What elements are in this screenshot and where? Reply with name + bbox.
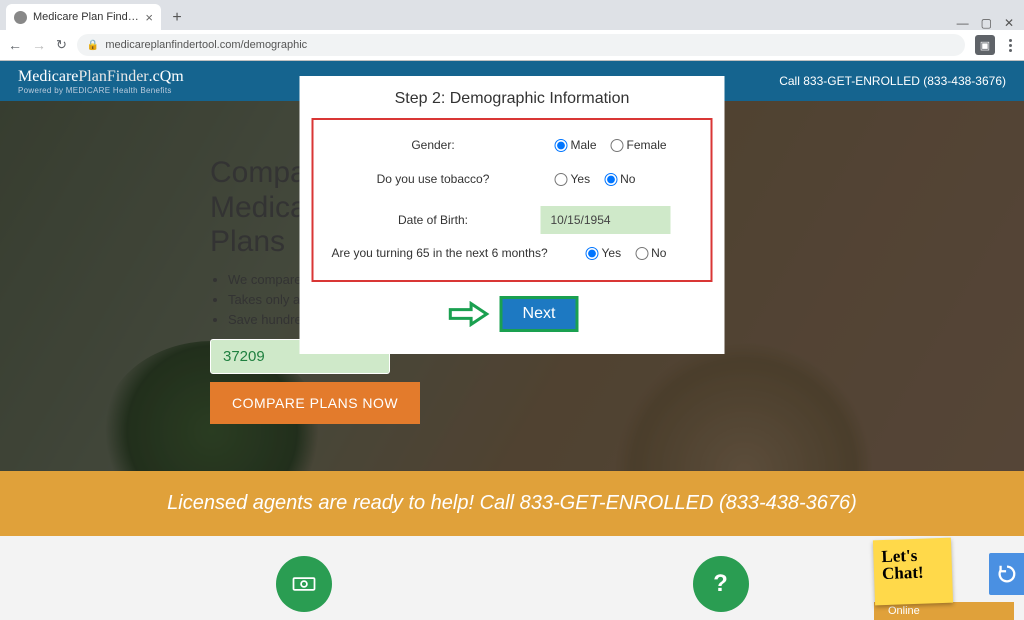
radio-input[interactable] (635, 247, 648, 260)
dob-field-wrap (541, 206, 699, 234)
form-box: Gender: Male Female Do you use tobacco? … (312, 118, 713, 282)
profile-icon[interactable]: ▣ (975, 35, 995, 55)
minimize-icon[interactable]: — (957, 16, 969, 30)
compare-plans-button[interactable]: COMPARE PLANS NOW (210, 382, 420, 424)
radio-female[interactable]: Female (611, 138, 667, 152)
url-text: medicareplanfindertool.com/demographic (105, 39, 307, 51)
next-button[interactable]: Next (500, 296, 579, 332)
dob-input[interactable] (541, 206, 671, 234)
browser-tab[interactable]: Medicare Plan Finder | Medicar × (6, 4, 161, 30)
demographic-modal: Step 2: Demographic Information Gender: … (300, 76, 725, 354)
radio-input[interactable] (604, 173, 617, 186)
address-bar[interactable]: 🔒 medicareplanfindertool.com/demographic (77, 34, 965, 56)
radio-male[interactable]: Male (555, 138, 597, 152)
info-section: Save Hundreds in Medicare Costs. If you … (0, 536, 1024, 620)
new-tab-button[interactable]: + (165, 6, 189, 30)
dob-row: Date of Birth: (320, 196, 705, 244)
browser-menu-icon[interactable] (1005, 39, 1016, 52)
question-icon: ? (693, 556, 749, 612)
radio-input[interactable] (555, 139, 568, 152)
radio-input[interactable] (611, 139, 624, 152)
brand-main: Medicare (18, 68, 78, 85)
maximize-icon[interactable]: ▢ (981, 16, 992, 30)
dollar-icon (276, 556, 332, 612)
tab-bar: Medicare Plan Finder | Medicar × + — ▢ ✕ (0, 0, 1024, 30)
address-bar-row: ← → ↻ 🔒 medicareplanfindertool.com/demog… (0, 30, 1024, 60)
dob-label: Date of Birth: (326, 213, 541, 227)
page: MedicarePlanFinder.cQm Powered by MEDICA… (0, 61, 1024, 620)
info-col-supplement: ? What are Medicare Supplement Plans? Me… (537, 556, 904, 620)
back-icon[interactable]: ← (8, 37, 22, 53)
radio-65-yes[interactable]: Yes (586, 246, 622, 260)
brand: MedicarePlanFinder.cQm Powered by MEDICA… (18, 68, 184, 95)
reload-icon[interactable]: ↻ (56, 37, 67, 53)
gender-label: Gender: (326, 138, 541, 152)
radio-input[interactable] (586, 247, 599, 260)
turning65-label: Are you turning 65 in the next 6 months? (326, 246, 586, 260)
tab-favicon-icon (14, 11, 27, 24)
tobacco-label: Do you use tobacco? (326, 172, 541, 186)
radio-input[interactable] (555, 173, 568, 186)
next-row: Next (300, 296, 725, 332)
brand-end: .cQm (149, 68, 184, 85)
browser-chrome: Medicare Plan Finder | Medicar × + — ▢ ✕… (0, 0, 1024, 61)
brand-subtitle: Powered by MEDICARE Health Benefits (18, 86, 184, 95)
tab-title: Medicare Plan Finder | Medicar (33, 11, 139, 23)
forward-icon[interactable]: → (32, 37, 46, 53)
agents-band: Licensed agents are ready to help! Call … (0, 471, 1024, 536)
tobacco-row: Do you use tobacco? Yes No (320, 162, 705, 196)
turning65-row: Are you turning 65 in the next 6 months?… (320, 244, 705, 270)
brand-mid: PlanFinder (78, 68, 148, 85)
header-phone[interactable]: Call 833-GET-ENROLLED (833-438-3676) (779, 74, 1006, 88)
modal-title: Step 2: Demographic Information (300, 90, 725, 108)
radio-65-no[interactable]: No (635, 246, 666, 260)
window-controls: — ▢ ✕ (957, 16, 1024, 30)
close-icon[interactable]: ✕ (1004, 16, 1014, 30)
gender-row: Gender: Male Female (320, 128, 705, 162)
chat-note[interactable]: Let's Chat! (873, 538, 953, 606)
info-col-save: Save Hundreds in Medicare Costs. If you … (120, 556, 487, 620)
chat-status-bar[interactable]: Online (874, 602, 1014, 620)
radio-tobacco-no[interactable]: No (604, 172, 635, 186)
tab-close-icon[interactable]: × (145, 10, 153, 25)
tobacco-options: Yes No (541, 172, 699, 186)
arrow-right-icon (446, 301, 492, 327)
radio-tobacco-yes[interactable]: Yes (555, 172, 591, 186)
turning65-options: Yes No (586, 246, 699, 260)
gender-options: Male Female (541, 138, 699, 152)
lock-icon: 🔒 (87, 40, 99, 51)
chat-widget[interactable]: Let's Chat! Online (874, 539, 1014, 620)
